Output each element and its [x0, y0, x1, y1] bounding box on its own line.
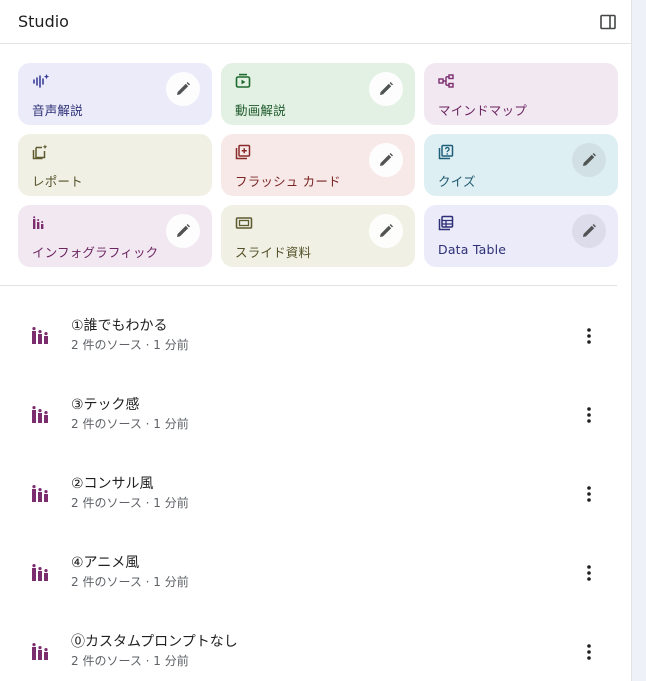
report-icon	[32, 143, 200, 161]
more-vert-icon[interactable]	[575, 401, 603, 429]
studio-panel: Studio 音声解説 動画解説 マインドマップ レポート フラッシュ カード …	[0, 0, 632, 681]
edit-audio-overview-button[interactable]	[166, 72, 200, 106]
card-audio-overview[interactable]: 音声解説	[18, 63, 212, 125]
item-meta: 2 件のソース · 1 分前	[71, 496, 189, 510]
edit-video-overview-button[interactable]	[369, 72, 403, 106]
item-title: ②コンサル風	[71, 476, 154, 492]
item-title: ④アニメ風	[71, 555, 140, 571]
item-meta: 2 件のソース · 1 分前	[71, 654, 189, 668]
more-vert-icon[interactable]	[575, 559, 603, 587]
infographic-icon	[30, 404, 52, 426]
card-report[interactable]: レポート	[18, 134, 212, 196]
infographic-icon	[30, 562, 52, 584]
studio-header: Studio	[0, 0, 631, 44]
studio-output-list: ①誰でもわかる 2 件のソース · 1 分前 ③テック感 2 件のソース · 1…	[0, 286, 631, 681]
card-flashcards[interactable]: フラッシュ カード	[221, 134, 415, 196]
card-label: マインドマップ	[438, 103, 527, 118]
card-slides[interactable]: スライド資料	[221, 205, 415, 267]
infographic-icon	[30, 483, 52, 505]
item-title: ①誰でもわかる	[71, 318, 168, 334]
infographic-icon	[30, 641, 52, 663]
pencil-icon	[380, 82, 393, 95]
item-title: ⓪カスタムプロンプトなし	[71, 634, 238, 650]
pencil-icon	[583, 224, 596, 237]
list-item[interactable]: ②コンサル風 2 件のソース · 1 分前	[0, 454, 631, 533]
list-item[interactable]: ③テック感 2 件のソース · 1 分前	[0, 375, 631, 454]
item-meta: 2 件のソース · 1 分前	[71, 575, 189, 589]
pencil-icon	[177, 224, 190, 237]
card-infographic[interactable]: インフォグラフィック	[18, 205, 212, 267]
pencil-icon	[380, 224, 393, 237]
page-title: Studio	[18, 12, 69, 31]
card-data-table[interactable]: Data Table	[424, 205, 618, 267]
card-label: レポート	[32, 174, 83, 189]
card-video-overview[interactable]: 動画解説	[221, 63, 415, 125]
mind-map-icon	[438, 72, 606, 90]
more-vert-icon[interactable]	[575, 480, 603, 508]
card-quiz[interactable]: クイズ	[424, 134, 618, 196]
edit-data-table-button[interactable]	[572, 214, 606, 248]
pencil-icon	[177, 82, 190, 95]
more-vert-icon[interactable]	[575, 638, 603, 666]
studio-tool-grid: 音声解説 動画解説 マインドマップ レポート フラッシュ カード クイズ インフ…	[0, 44, 631, 267]
list-item[interactable]: ①誰でもわかる 2 件のソース · 1 分前	[0, 296, 631, 375]
pencil-icon	[583, 153, 596, 166]
more-vert-icon[interactable]	[575, 322, 603, 350]
item-title: ③テック感	[71, 397, 140, 413]
list-item[interactable]: ④アニメ風 2 件のソース · 1 分前	[0, 533, 631, 612]
edit-quiz-button[interactable]	[572, 143, 606, 177]
infographic-icon	[30, 325, 52, 347]
list-item[interactable]: ⓪カスタムプロンプトなし 2 件のソース · 1 分前	[0, 612, 631, 681]
edit-flashcards-button[interactable]	[369, 143, 403, 177]
item-meta: 2 件のソース · 1 分前	[71, 417, 189, 431]
edit-infographic-button[interactable]	[166, 214, 200, 248]
card-mind-map[interactable]: マインドマップ	[424, 63, 618, 125]
toggle-panel-icon[interactable]	[595, 9, 621, 35]
item-meta: 2 件のソース · 1 分前	[71, 338, 189, 352]
scrollbar[interactable]	[632, 0, 646, 681]
edit-slides-button[interactable]	[369, 214, 403, 248]
pencil-icon	[380, 153, 393, 166]
